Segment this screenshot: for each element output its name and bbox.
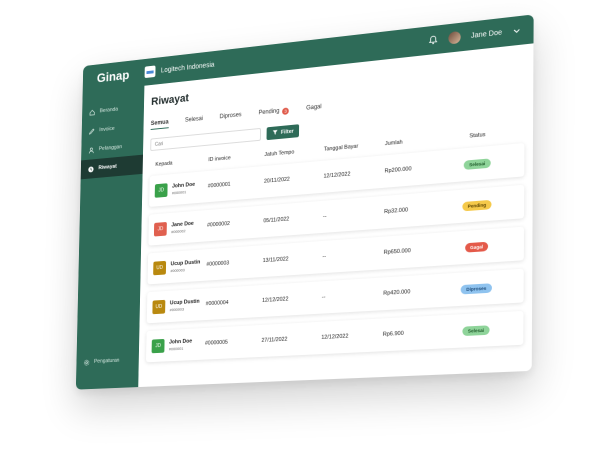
home-icon <box>89 109 95 116</box>
client-cell: UD Ucup Dustin #000003 <box>152 297 205 315</box>
status-badge: Pending <box>462 199 492 211</box>
invoice-id: #0000005 <box>204 339 228 347</box>
client-info: John Doe #000001 <box>169 338 192 351</box>
sidebar-item-label: Riwayat <box>98 163 117 172</box>
client-info: John Doe #000001 <box>172 182 195 196</box>
main-content: Riwayat Semua Selesai Diproses Pending 3 … <box>138 43 534 388</box>
tab-semua[interactable]: Semua <box>151 120 169 128</box>
tab-label: Diproses <box>219 112 242 121</box>
status-badge: Selesai <box>462 324 490 336</box>
client-info: Ucup Dustin #000003 <box>170 259 200 273</box>
sidebar: Beranda Invoice Pelanggan Riwayat Pengat… <box>75 85 145 390</box>
invoice-id: #0000004 <box>205 299 229 308</box>
company-name: Logitech Indonesia <box>160 61 215 74</box>
invoice-table-body: JD John Doe #000001 #0000001 20/11/2022 12/12… <box>145 142 525 363</box>
sidebar-item-label: Pengaturan <box>94 357 120 365</box>
client-avatar: JD <box>151 338 165 354</box>
client-id: #000001 <box>168 345 184 352</box>
due-date: 27/11/2022 <box>261 336 288 344</box>
company-switcher[interactable]: Logitech Indonesia <box>144 59 215 79</box>
client-avatar: JD <box>154 183 168 198</box>
bell-icon[interactable] <box>428 34 438 45</box>
client-cell: UD Ucup Dustin #000003 <box>153 258 206 276</box>
sidebar-item-label: Pelanggan <box>98 144 123 153</box>
clock-icon <box>88 165 94 173</box>
client-avatar: UD <box>152 299 166 315</box>
due-date: 13/11/2022 <box>262 256 289 265</box>
client-avatar: JD <box>153 221 167 237</box>
paid-date: -- <box>321 294 326 301</box>
due-date: 12/12/2022 <box>262 296 289 304</box>
chevron-down-icon[interactable] <box>512 26 520 35</box>
sidebar-item-pengaturan[interactable]: Pengaturan <box>76 350 139 372</box>
paid-date: -- <box>322 253 327 261</box>
amount: Rp200.000 <box>384 166 412 175</box>
paid-date: -- <box>322 213 327 220</box>
tab-label: Gagal <box>306 104 322 112</box>
invoice-id: #0000002 <box>207 220 230 229</box>
sidebar-item-label: Beranda <box>99 106 119 115</box>
tab-selesai[interactable]: Selesai <box>185 116 203 124</box>
client-id: #000003 <box>170 267 185 274</box>
column-header: Tanggal Bayar <box>323 143 359 153</box>
column-header: ID invoice <box>208 155 231 164</box>
search-input[interactable] <box>150 127 262 152</box>
column-header: Kepada <box>155 160 173 168</box>
client-id: #000001 <box>171 189 187 196</box>
column-header: Jatuh Tempo <box>264 149 295 159</box>
client-info: Jane Doe #000002 <box>171 221 194 235</box>
app-window: Ginap Logitech Indonesia Jane Doe Berand… <box>75 14 534 390</box>
invoice-id: #0000003 <box>206 260 230 268</box>
amount: Rp650.000 <box>383 248 411 256</box>
client-cell: JD Jane Doe #000002 <box>153 219 207 237</box>
column-header: Status <box>469 131 486 140</box>
tab-gagal[interactable]: Gagal <box>306 104 322 112</box>
client-cell: JD John Doe #000001 <box>154 180 208 198</box>
tab-label: Semua <box>150 119 169 128</box>
gear-icon <box>83 359 89 366</box>
client-cell: JD John Doe #000001 <box>151 337 206 354</box>
client-info: Ucup Dustin #000003 <box>170 299 200 313</box>
due-date: 05/11/2022 <box>263 216 290 225</box>
amount: Rp32.000 <box>384 207 409 216</box>
column-header: Jumlah <box>384 139 403 148</box>
sidebar-item-label: Invoice <box>99 125 115 134</box>
status-badge: Diproses <box>461 282 492 294</box>
client-id: #000003 <box>169 306 185 313</box>
paid-date: 12/12/2022 <box>321 333 349 341</box>
user-icon <box>88 146 94 153</box>
tab-pending[interactable]: Pending 3 <box>258 106 289 117</box>
user-name[interactable]: Jane Doe <box>471 29 502 40</box>
status-badge: Gagal <box>464 241 489 253</box>
filter-icon <box>272 129 278 137</box>
company-logo-icon <box>144 65 156 79</box>
amount: Rp6.900 <box>382 330 404 338</box>
pencil-icon <box>89 127 95 134</box>
client-id: #000002 <box>171 228 186 235</box>
due-date: 20/11/2022 <box>263 176 290 185</box>
invoice-id: #0000001 <box>207 181 231 190</box>
filter-label: Filter <box>280 128 294 136</box>
status-badge: Selesai <box>463 157 491 170</box>
pending-count-badge: 3 <box>282 106 289 115</box>
tab-label: Pending <box>258 108 280 117</box>
avatar[interactable] <box>448 30 461 45</box>
brand-logo: Ginap <box>96 66 130 85</box>
client-avatar: UD <box>153 260 167 276</box>
filter-button[interactable]: Filter <box>266 124 300 141</box>
tab-diproses[interactable]: Diproses <box>219 112 241 120</box>
paid-date: 12/12/2022 <box>323 171 351 180</box>
amount: Rp420.000 <box>383 289 411 297</box>
tab-label: Selesai <box>184 116 203 124</box>
